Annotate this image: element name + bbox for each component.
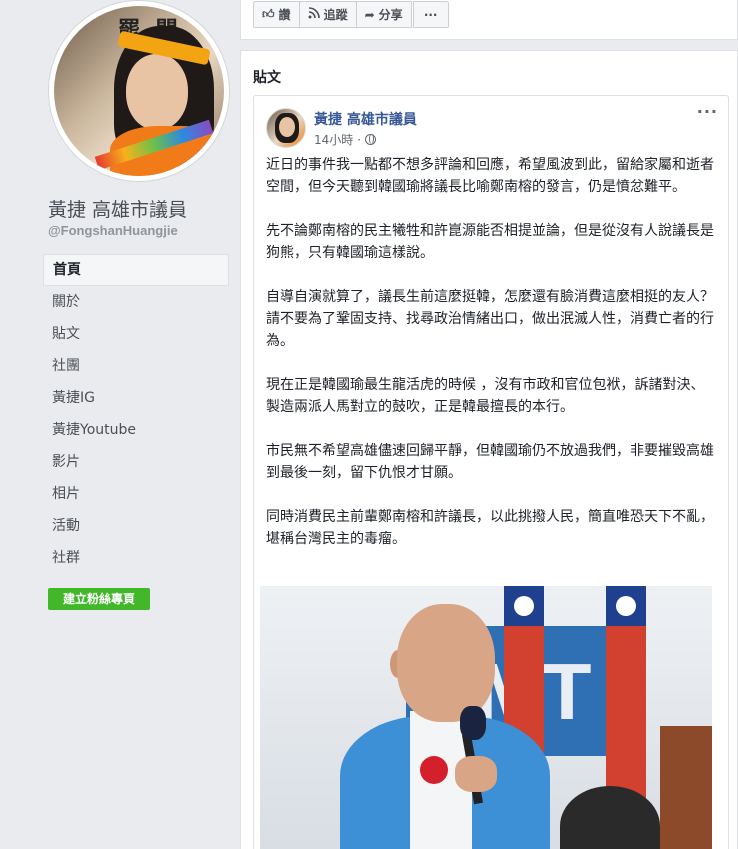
nav-item-events[interactable]: 活動 [43,510,229,542]
posts-section-title: 貼文 [253,70,281,86]
share-arrow-icon: ➦ [364,7,375,22]
post-photo[interactable]: MT [260,586,712,849]
follow-label: 追蹤 [323,8,348,22]
left-column: 罷 聞 黃捷 高雄市議員 @FongshanHuangjie 首頁 關於 貼文 … [0,0,240,849]
nav-item-instagram[interactable]: 黃捷IG [43,382,229,414]
post-author-avatar[interactable] [266,108,306,148]
nav-item-home[interactable]: 首頁 [43,254,229,286]
page-profile-picture[interactable]: 罷 聞 [48,0,230,182]
more-options-button[interactable]: ··· [412,1,449,28]
globe-icon[interactable] [365,134,377,145]
follow-button[interactable]: 追蹤 [298,1,357,28]
nav-item-groups[interactable]: 社團 [43,350,229,382]
post-paragraph: 現在正是韓國瑜最生龍活虎的時候 ，沒有市政和官位包袱，訴諸對決、製造兩派人馬對立… [266,377,705,415]
post-text: 近日的事件我一點都不想多評論和回應，希望風波到此，留給家屬和逝者空間，但今天聽到… [266,154,718,572]
page-handle[interactable]: @FongshanHuangjie [48,223,178,238]
rss-icon [308,7,320,22]
nav-item-about[interactable]: 關於 [43,286,229,318]
nav-item-videos[interactable]: 影片 [43,446,229,478]
post-paragraph: 近日的事件我一點都不想多評論和回應，希望風波到此，留給家屬和逝者空間，但今天聽到… [266,157,714,195]
post-paragraph: 先不論鄭南榕的民主犧牲和許崑源能否相提並論，但是從沒有人說議長是狗熊，只有韓國瑜… [266,223,714,261]
post-paragraph: 同時消費民主前輩鄭南榕和許議長，以此挑撥人民，簡直唯恐天下不亂，堪稱台灣民主的毒… [266,509,714,547]
posts-card: 貼文 黃捷 高雄市議員 14小時 · ··· 近日的事件我一點都不想多評論和回應… [240,50,738,849]
page-action-card: 👍︎ 讚 追蹤 ➦ 分享 ··· [240,0,738,40]
post-options-button[interactable]: ··· [697,102,718,121]
like-label: 讚 [278,8,291,22]
post-meta: 14小時 · [314,131,377,148]
nav-item-photos[interactable]: 相片 [43,478,229,510]
nav-item-posts[interactable]: 貼文 [43,318,229,350]
post-paragraph: 市民無不希望高雄儘速回歸平靜，但韓國瑜仍不放過我們，非要摧毀高雄到最後一刻，留下… [266,443,714,481]
post-author-name[interactable]: 黃捷 高雄市議員 [314,109,417,129]
page-nav: 首頁 關於 貼文 社團 黃捷IG 黃捷Youtube 影片 相片 活動 社群 [43,254,229,574]
share-button[interactable]: ➦ 分享 [355,1,412,28]
share-label: 分享 [378,8,403,22]
post-paragraph: 自導自演就算了，議長生前這麼挺韓，怎麼還有臉消費這麼相挺的友人？請不要為了鞏固支… [266,289,714,349]
more-label: ··· [423,7,438,22]
like-button[interactable]: 👍︎ 讚 [253,1,300,28]
post: 黃捷 高雄市議員 14小時 · ··· 近日的事件我一點都不想多評論和回應，希望… [253,95,729,849]
thumbs-up-icon: 👍︎ [262,7,275,21]
action-bar: 👍︎ 讚 追蹤 ➦ 分享 ··· [253,1,449,28]
speaker-head [397,604,495,722]
nav-item-community[interactable]: 社群 [43,542,229,574]
post-timestamp[interactable]: 14小時 [314,131,353,148]
create-page-button[interactable]: 建立粉絲專頁 [48,588,150,610]
page-name[interactable]: 黃捷 高雄市議員 [48,195,187,222]
profile-photo: 罷 聞 [54,6,224,176]
microphone [460,706,486,740]
nav-item-youtube[interactable]: 黃捷Youtube [43,414,229,446]
